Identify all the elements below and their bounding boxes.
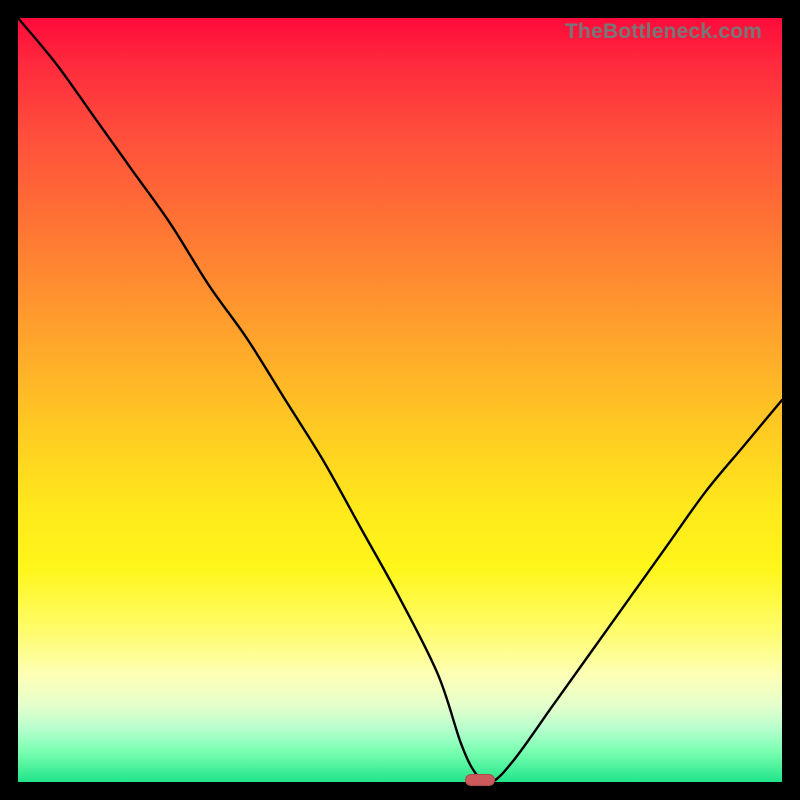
- chart-frame: TheBottleneck.com: [0, 0, 800, 800]
- bottleneck-curve: [18, 18, 782, 782]
- plot-area: TheBottleneck.com: [18, 18, 782, 782]
- optimal-marker: [465, 774, 495, 786]
